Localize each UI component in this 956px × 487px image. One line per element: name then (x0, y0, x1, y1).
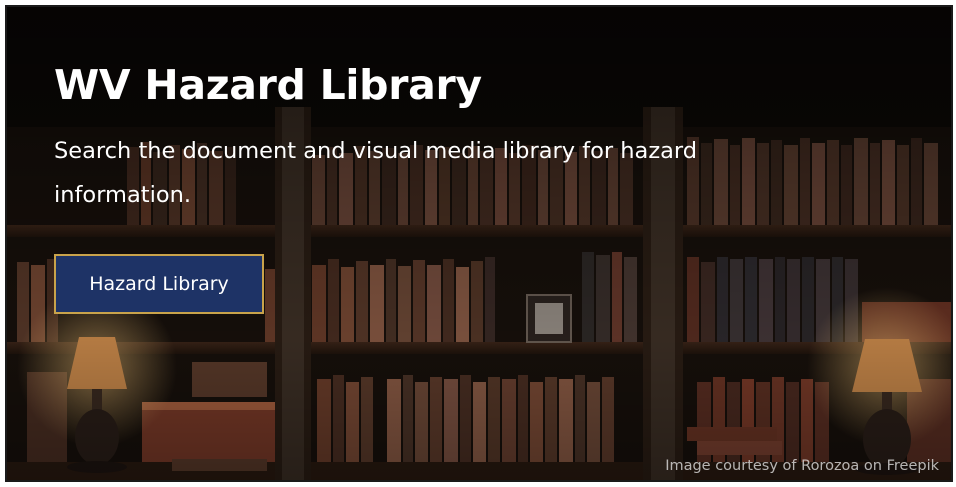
hazard-library-button[interactable]: Hazard Library (54, 254, 264, 314)
hero-banner: WV Hazard Library Search the document an… (5, 5, 953, 482)
page-title: WV Hazard Library (54, 61, 482, 109)
hero-content: WV Hazard Library Search the document an… (54, 59, 871, 217)
hero-description: Search the document and visual media lib… (54, 138, 698, 208)
image-credit: Image courtesy of Rorozoa on Freepik (665, 458, 939, 474)
